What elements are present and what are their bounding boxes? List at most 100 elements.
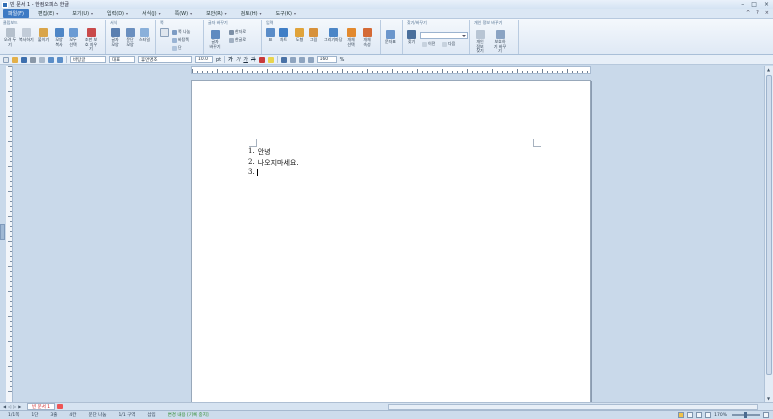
menu-page[interactable]: 쪽(W) ▾ xyxy=(170,9,197,18)
zoom-out-icon[interactable] xyxy=(705,412,712,418)
menu-insert[interactable]: 입력(D) ▾ xyxy=(102,9,133,18)
ruler-tick xyxy=(10,246,12,247)
menu-review[interactable]: 검토(H) ▾ xyxy=(236,9,267,18)
document-page[interactable] xyxy=(191,80,591,407)
font-color-icon[interactable] xyxy=(258,56,265,63)
protect-button[interactable]: 조판 보호 지우기 xyxy=(84,28,98,52)
object-props-button[interactable]: 개체 속성 xyxy=(362,28,372,47)
master-page-button[interactable]: 바탕쪽 xyxy=(172,37,189,43)
to-hanja-button[interactable]: 한자로 xyxy=(229,29,246,35)
menu-edit[interactable]: 편집(E) ▾ xyxy=(33,9,63,18)
page-view-icon[interactable] xyxy=(678,412,685,418)
style-select[interactable]: 바탕글 xyxy=(70,56,106,63)
collapse-ribbon-button[interactable]: ^ xyxy=(746,10,750,16)
font-select[interactable]: 휴먼명조 xyxy=(138,56,192,63)
close-doc-button[interactable]: × xyxy=(765,10,769,16)
page-layout-button[interactable] xyxy=(160,28,169,37)
find-button[interactable]: 찾기 xyxy=(407,30,416,45)
tab-prev-icon[interactable]: ◁ xyxy=(8,404,11,409)
language-select[interactable]: 대표 xyxy=(109,56,135,63)
zoom-in-icon[interactable] xyxy=(763,412,769,418)
ruler-tick xyxy=(10,351,12,352)
menu-tools[interactable]: 도구(K) ▾ xyxy=(271,9,301,18)
shapes-button[interactable]: 도형 xyxy=(295,28,304,43)
zoom-input[interactable]: 160 xyxy=(316,56,337,63)
ruler-tick xyxy=(10,196,12,197)
align-right-icon[interactable] xyxy=(307,56,314,63)
privacy-change-button[interactable]: 보호하기 바꾸기 xyxy=(493,30,507,54)
find-prev-button[interactable]: 이전 xyxy=(422,41,435,47)
side-panel-handle[interactable] xyxy=(0,224,5,240)
style-button[interactable]: 스타일 xyxy=(139,28,150,43)
save-icon[interactable] xyxy=(21,56,27,63)
tab-first-icon[interactable]: ◀ xyxy=(3,404,6,409)
picture-button[interactable]: 그림 xyxy=(309,28,318,43)
help-button[interactable]: ? xyxy=(756,10,759,16)
web-view-icon[interactable] xyxy=(687,412,694,418)
symbols-button[interactable]: 문자표 xyxy=(385,30,396,45)
table-button[interactable]: 표 xyxy=(266,28,275,43)
object-select-button[interactable]: 개체 선택 xyxy=(346,28,356,47)
align-center-icon[interactable] xyxy=(298,56,305,63)
font-size-input[interactable]: 10.0 xyxy=(195,56,213,63)
close-button[interactable]: × xyxy=(764,1,769,8)
vertical-scrollbar[interactable]: ▲ ▼ xyxy=(764,66,773,402)
status-zoom[interactable]: 170% xyxy=(714,413,727,418)
select-all-button[interactable]: 모두 선택 xyxy=(68,28,78,47)
tab-last-icon[interactable]: ▶ xyxy=(18,404,21,409)
list-item[interactable]: 1. 안녕 xyxy=(248,147,271,157)
format-copy-button[interactable]: 모양 복사 xyxy=(54,28,64,47)
style-label: 스타일 xyxy=(139,37,151,42)
para-shape-button[interactable]: 문단 모양 xyxy=(125,28,135,47)
copy-button[interactable]: 복사하기 xyxy=(19,28,34,43)
char-replace-button[interactable]: 글자 바꾸기 xyxy=(209,30,221,49)
scroll-up-icon[interactable]: ▲ xyxy=(767,67,770,72)
char-shape-button[interactable]: 글자 모양 xyxy=(110,28,120,47)
menu-view[interactable]: 보기(U) ▾ xyxy=(67,9,98,18)
privacy-find-button[interactable]: 개인 정보 찾기 xyxy=(474,30,486,54)
draft-view-icon[interactable] xyxy=(696,412,703,418)
tab-next-icon[interactable]: ▷ xyxy=(13,404,16,409)
bold-button[interactable]: 가 xyxy=(228,56,233,63)
maximize-button[interactable]: □ xyxy=(751,1,757,8)
menu-file[interactable]: 파일(F) xyxy=(3,9,29,18)
zoom-slider[interactable] xyxy=(732,412,760,418)
status-page[interactable]: 1/1쪽 xyxy=(8,412,19,418)
vertical-ruler[interactable] xyxy=(6,66,13,402)
align-justify-icon[interactable] xyxy=(280,56,287,63)
ruler-tick xyxy=(10,276,12,277)
ruler-tick xyxy=(10,381,12,382)
undo-icon[interactable] xyxy=(48,56,54,63)
horizontal-ruler[interactable] xyxy=(191,66,591,74)
scrollbar-thumb[interactable] xyxy=(766,75,772,375)
underline-button[interactable]: 가 xyxy=(243,56,248,63)
cut-button[interactable]: 오려 두기 xyxy=(3,28,17,47)
draw-button[interactable]: 그리기마당 xyxy=(324,28,342,43)
paste-button[interactable]: 붙이기 xyxy=(38,28,49,43)
status-insert-mode[interactable]: 삽입 xyxy=(147,412,155,418)
italic-button[interactable]: 가 xyxy=(236,56,241,63)
menu-format[interactable]: 서식(J) ▾ xyxy=(137,9,166,18)
status-track-changes[interactable]: 변경 내용 [기록 중지] xyxy=(168,412,209,418)
strikethrough-button[interactable]: 가 xyxy=(251,56,256,63)
columns-button[interactable]: 단 xyxy=(172,45,182,51)
open-folder-icon[interactable] xyxy=(12,56,18,63)
new-doc-icon[interactable] xyxy=(3,56,9,63)
list-item[interactable]: 2. 나오지마세요. xyxy=(248,158,299,168)
add-tab-button[interactable] xyxy=(57,404,63,409)
ruler-tick xyxy=(497,71,498,73)
menu-security[interactable]: 보안(R) ▾ xyxy=(201,9,232,18)
find-next-button[interactable]: 다음 xyxy=(442,41,455,47)
find-input[interactable] xyxy=(420,32,468,39)
redo-icon[interactable] xyxy=(57,56,63,63)
chart-button[interactable]: 차트 xyxy=(279,28,288,43)
minimize-button[interactable]: – xyxy=(741,1,744,8)
align-left-icon[interactable] xyxy=(289,56,296,63)
tab-document-1[interactable]: 빈 문서 1 xyxy=(27,403,56,410)
to-hangul-button[interactable]: 한글로 xyxy=(229,37,246,43)
highlight-icon[interactable] xyxy=(267,56,274,63)
split-page-button[interactable]: 쪽 나눔 xyxy=(172,29,190,35)
print-icon[interactable] xyxy=(30,56,36,63)
scroll-down-icon[interactable]: ▼ xyxy=(767,396,770,401)
preview-icon[interactable] xyxy=(39,56,45,63)
